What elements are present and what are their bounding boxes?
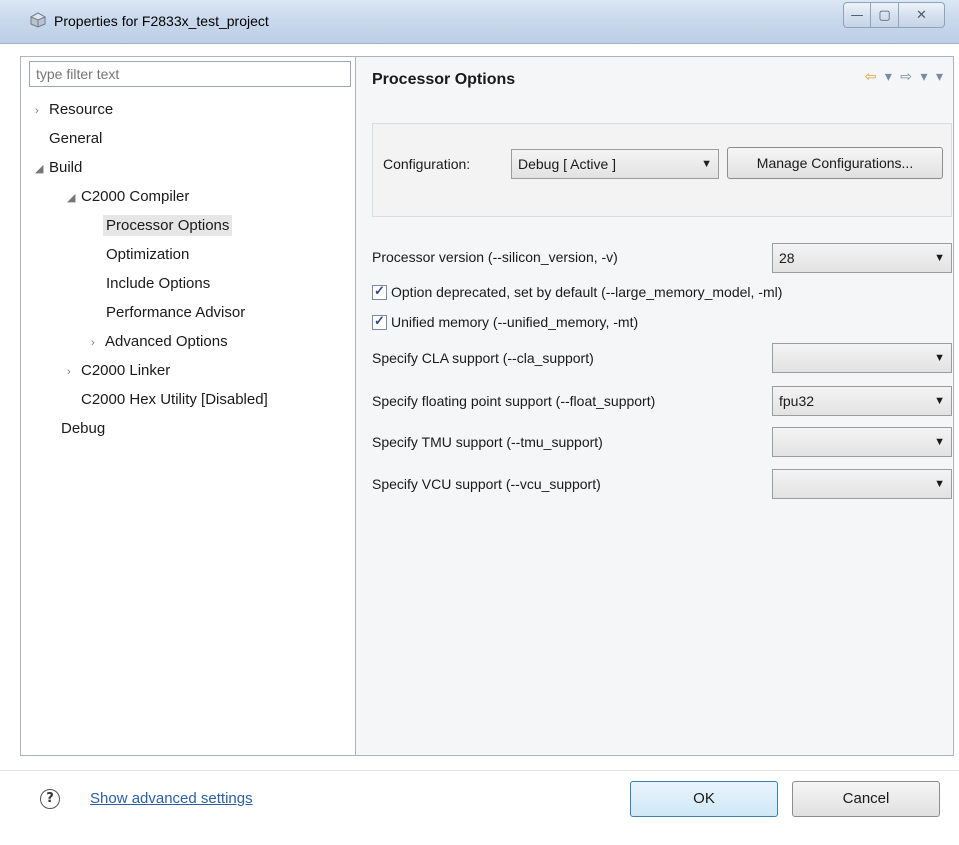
tree-item-label: Processor Options xyxy=(103,215,233,236)
collapse-arrow-icon[interactable]: ◢ xyxy=(35,156,49,182)
tree-item-label: Debug xyxy=(61,420,106,437)
view-menu-icon[interactable]: ▾ xyxy=(936,69,943,85)
footer-divider xyxy=(0,770,959,771)
properties-icon xyxy=(29,12,47,28)
history-navigation: ⇦ ▾ ⇨ ▾ ▾ xyxy=(861,69,943,85)
tree-item-c2000-linker[interactable]: › C2000 Linker xyxy=(67,358,170,384)
tree-item-resource[interactable]: › Resource xyxy=(35,97,113,123)
dropdown-arrow-icon: ▼ xyxy=(934,395,945,407)
vcu-support-select[interactable]: ▼ xyxy=(772,469,952,499)
large-memory-model-checkbox[interactable] xyxy=(372,283,387,300)
cancel-button[interactable]: Cancel xyxy=(792,781,940,817)
configuration-select[interactable]: Debug [ Active ] ▼ xyxy=(511,149,719,179)
tree-item-label: General xyxy=(49,130,103,147)
filter-input[interactable] xyxy=(29,61,351,87)
tree-item-label: C2000 Compiler xyxy=(81,188,190,205)
show-advanced-settings-link[interactable]: Show advanced settings xyxy=(90,790,253,807)
tree-item-label: Resource xyxy=(49,101,114,118)
tree-item-general[interactable]: General xyxy=(49,126,102,152)
close-button[interactable]: ✕ xyxy=(899,2,945,28)
unified-memory-checkbox[interactable] xyxy=(372,313,387,330)
navigation-panel: ›Resource General ◢Build ◢C2000 Compiler… xyxy=(20,56,356,756)
tree-item-label: Advanced Options xyxy=(105,333,228,350)
tree-item-label: C2000 Linker xyxy=(81,362,171,379)
tree-item-label: Build xyxy=(49,159,83,176)
window-controls: — ▢ ✕ xyxy=(843,2,945,28)
float-support-value: fpu32 xyxy=(779,393,815,409)
tree-item-label: C2000 Hex Utility [Disabled] xyxy=(81,391,268,408)
large-memory-model-label: Option deprecated, set by default (--lar… xyxy=(391,284,783,300)
maximize-button[interactable]: ▢ xyxy=(871,2,899,28)
configuration-label: Configuration: xyxy=(383,156,471,172)
tree-item-c2000-hex-utility[interactable]: C2000 Hex Utility [Disabled] xyxy=(81,387,268,413)
expand-arrow-icon[interactable]: › xyxy=(91,330,105,356)
help-icon[interactable]: ? xyxy=(40,789,60,809)
float-support-select[interactable]: fpu32 ▼ xyxy=(772,386,952,416)
tree-item-label: Include Options xyxy=(106,275,211,292)
processor-version-value: 28 xyxy=(779,250,795,266)
tree-item-debug[interactable]: Debug xyxy=(61,416,105,442)
expand-arrow-icon[interactable]: › xyxy=(67,359,81,385)
back-arrow-icon[interactable]: ⇦ xyxy=(865,69,877,85)
tree-item-include-options[interactable]: Include Options xyxy=(106,271,210,297)
cla-support-select[interactable]: ▼ xyxy=(772,343,952,373)
configuration-group: Configuration: Debug [ Active ] ▼ Manage… xyxy=(372,123,952,217)
processor-version-select[interactable]: 28 ▼ xyxy=(772,243,952,273)
large-memory-model-option[interactable]: Option deprecated, set by default (--lar… xyxy=(372,283,783,300)
manage-configurations-button[interactable]: Manage Configurations... xyxy=(727,147,943,179)
float-support-label: Specify floating point support (--float_… xyxy=(372,393,656,409)
minimize-button[interactable]: — xyxy=(843,2,871,28)
dropdown-arrow-icon: ▼ xyxy=(934,352,945,364)
ok-button[interactable]: OK xyxy=(630,781,778,817)
page-title: Processor Options xyxy=(372,71,516,88)
tmu-support-label: Specify TMU support (--tmu_support) xyxy=(372,434,603,450)
title-bar[interactable]: Properties for F2833x_test_project — ▢ ✕ xyxy=(0,0,959,44)
settings-panel: Processor Options ⇦ ▾ ⇨ ▾ ▾ Configuratio… xyxy=(356,56,954,756)
tree-item-build[interactable]: ◢ Build xyxy=(35,155,82,181)
collapse-arrow-icon[interactable]: ◢ xyxy=(67,185,81,211)
unified-memory-option[interactable]: Unified memory (--unified_memory, -mt) xyxy=(372,313,639,330)
unified-memory-label: Unified memory (--unified_memory, -mt) xyxy=(391,314,639,330)
forward-arrow-icon[interactable]: ⇨ xyxy=(900,69,912,85)
tmu-support-select[interactable]: ▼ xyxy=(772,427,952,457)
window-title: Properties for F2833x_test_project xyxy=(54,13,269,29)
processor-version-label: Processor version (--silicon_version, -v… xyxy=(372,249,618,265)
expand-arrow-icon[interactable]: › xyxy=(35,98,49,124)
tree-item-advanced-options[interactable]: › Advanced Options xyxy=(91,329,228,355)
tree-item-c2000-compiler[interactable]: ◢ C2000 Compiler xyxy=(67,184,189,210)
tree-item-performance-advisor[interactable]: Performance Advisor xyxy=(106,300,245,326)
tree-item-optimization[interactable]: Optimization xyxy=(106,242,189,268)
dropdown-arrow-icon: ▼ xyxy=(934,252,945,264)
back-menu-icon[interactable]: ▾ xyxy=(885,69,892,85)
dropdown-arrow-icon: ▼ xyxy=(701,158,712,170)
forward-menu-icon[interactable]: ▾ xyxy=(920,69,927,85)
tree-item-label: Optimization xyxy=(106,246,190,263)
dropdown-arrow-icon: ▼ xyxy=(934,478,945,490)
dropdown-arrow-icon: ▼ xyxy=(934,436,945,448)
tree-item-processor-options[interactable]: Processor Options xyxy=(103,213,233,239)
vcu-support-label: Specify VCU support (--vcu_support) xyxy=(372,476,601,492)
cla-support-label: Specify CLA support (--cla_support) xyxy=(372,350,594,366)
tree-item-label: Performance Advisor xyxy=(106,304,246,321)
configuration-value: Debug [ Active ] xyxy=(518,156,617,172)
